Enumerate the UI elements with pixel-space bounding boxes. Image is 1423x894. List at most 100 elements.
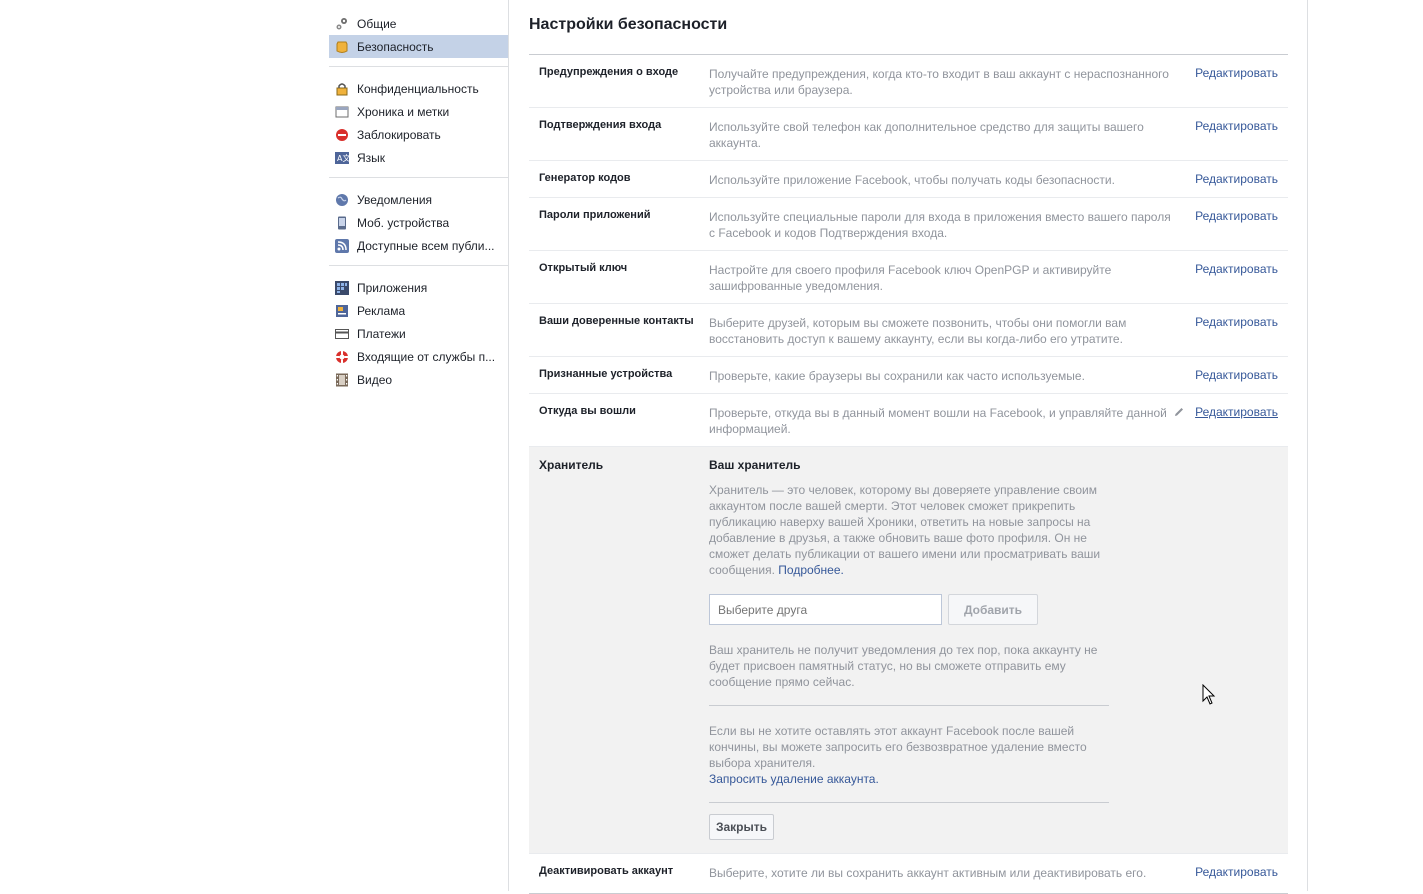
- sidebar-item-label: Хроника и метки: [357, 104, 450, 119]
- sidebar-item-general[interactable]: Общие: [329, 12, 508, 35]
- edit-link[interactable]: Редактировать: [1195, 368, 1278, 382]
- sidebar-item-label: Входящие от службы п...: [357, 349, 496, 364]
- add-guardian-button[interactable]: Добавить: [948, 594, 1038, 625]
- setting-title: Пароли приложений: [539, 209, 651, 221]
- block-icon: [335, 128, 349, 142]
- close-button[interactable]: Закрыть: [709, 814, 774, 840]
- setting-description: Используйте специальные пароли для входа…: [709, 210, 1171, 240]
- setting-description: Используйте свой телефон как дополнитель…: [709, 120, 1144, 150]
- edit-link[interactable]: Редактировать: [1195, 119, 1278, 133]
- sidebar-item-label: Реклама: [357, 303, 406, 318]
- sidebar-item-timeline[interactable]: Хроника и метки: [329, 100, 508, 123]
- setting-title: Ваши доверенные контакты: [539, 315, 694, 327]
- edit-link[interactable]: Редактировать: [1195, 315, 1278, 329]
- setting-row-deactivate-account[interactable]: Деактивировать аккаунт Выберите, хотите …: [529, 854, 1288, 894]
- learn-more-link[interactable]: Подробнее.: [778, 563, 844, 577]
- setting-row-login-approvals[interactable]: Подтверждения входа Используйте свой тел…: [529, 108, 1288, 161]
- sidebar-group-notifications: Уведомления Моб. устройства Доступные вс…: [329, 188, 508, 266]
- setting-title: Деактивировать аккаунт: [539, 865, 674, 877]
- guardian-description: Хранитель — это человек, которому вы дов…: [709, 482, 1104, 578]
- security-settings-list: Предупреждения о входе Получайте предупр…: [529, 54, 1288, 894]
- sidebar-item-label: Уведомления: [357, 192, 433, 207]
- setting-description: Проверьте, откуда вы в данный момент вош…: [709, 406, 1167, 436]
- request-deletion-link[interactable]: Запросить удаление аккаунта.: [709, 772, 879, 786]
- edit-link[interactable]: Редактировать: [1195, 209, 1278, 223]
- setting-row-trusted-contacts[interactable]: Ваши доверенные контакты Выберите друзей…: [529, 304, 1288, 357]
- setting-description: Получайте предупреждения, когда кто-то в…: [709, 67, 1169, 97]
- timeline-icon: [335, 105, 349, 119]
- edit-link[interactable]: Редактировать: [1195, 405, 1278, 419]
- sidebar-item-privacy[interactable]: Конфиденциальность: [329, 77, 508, 100]
- setting-row-legacy-contact: Хранитель Ваш хранитель Хранитель — это …: [529, 447, 1288, 854]
- sidebar-item-language[interactable]: A文 Язык: [329, 146, 508, 169]
- sidebar-item-label: Моб. устройства: [357, 215, 450, 230]
- sidebar-item-payments[interactable]: Платежи: [329, 322, 508, 345]
- setting-row-code-generator[interactable]: Генератор кодов Используйте приложение F…: [529, 161, 1288, 198]
- rss-icon: [335, 238, 349, 253]
- setting-title: Признанные устройства: [539, 368, 673, 380]
- mouse-cursor-icon: [1202, 683, 1216, 706]
- page-title: Настройки безопасности: [529, 16, 728, 33]
- edit-link[interactable]: Редактировать: [1195, 865, 1278, 879]
- gears-icon: [335, 17, 349, 31]
- setting-row-app-passwords[interactable]: Пароли приложений Используйте специальны…: [529, 198, 1288, 251]
- sidebar-group-apps: Приложения Реклама Платежи Входящие от с…: [329, 276, 508, 399]
- sidebar-group-privacy: Конфиденциальность Хроника и метки Забло…: [329, 77, 508, 178]
- sidebar-item-notifications[interactable]: Уведомления: [329, 188, 508, 211]
- sidebar-item-public-posts[interactable]: Доступные всем публи...: [329, 234, 508, 257]
- setting-description: Выберите друзей, которым вы сможете позв…: [709, 316, 1127, 346]
- setting-title: Генератор кодов: [539, 172, 631, 184]
- sidebar-group-account: Общие Безопасность: [329, 12, 508, 67]
- divider: [709, 802, 1109, 803]
- sidebar-item-apps[interactable]: Приложения: [329, 276, 508, 299]
- edit-link[interactable]: Редактировать: [1195, 262, 1278, 276]
- lock-icon: [335, 82, 349, 96]
- sidebar-item-label: Язык: [357, 150, 386, 165]
- language-icon: A文: [335, 151, 349, 165]
- setting-title: Хранитель: [539, 458, 604, 472]
- svg-text:A文: A文: [337, 153, 349, 163]
- setting-row-login-alerts[interactable]: Предупреждения о входе Получайте предупр…: [529, 55, 1288, 108]
- sidebar-item-security[interactable]: Безопасность: [329, 35, 508, 58]
- sidebar-item-label: Безопасность: [357, 39, 434, 54]
- setting-description: Проверьте, какие браузеры вы сохранили к…: [709, 369, 1085, 383]
- guardian-notice: Ваш хранитель не получит уведомления до …: [709, 643, 1098, 689]
- edit-link[interactable]: Редактировать: [1195, 172, 1278, 186]
- sidebar-item-block[interactable]: Заблокировать: [329, 123, 508, 146]
- setting-description: Выберите, хотите ли вы сохранить аккаунт…: [709, 866, 1147, 880]
- divider: [709, 705, 1109, 706]
- sidebar-item-video[interactable]: Видео: [329, 368, 508, 391]
- guardian-description-text: Хранитель — это человек, которому вы дов…: [709, 483, 1101, 577]
- setting-row-recognized-devices[interactable]: Признанные устройства Проверьте, какие б…: [529, 357, 1288, 394]
- film-icon: [335, 373, 349, 387]
- sidebar-item-label: Конфиденциальность: [357, 81, 479, 96]
- setting-row-public-key[interactable]: Открытый ключ Настройте для своего профи…: [529, 251, 1288, 304]
- setting-title: Открытый ключ: [539, 262, 628, 274]
- sidebar-item-label: Доступные всем публи...: [357, 238, 495, 253]
- sidebar-item-mobile[interactable]: Моб. устройства: [329, 211, 508, 234]
- sidebar-item-support-inbox[interactable]: Входящие от службы п...: [329, 345, 508, 368]
- ads-icon: [335, 304, 349, 318]
- sidebar-item-label: Платежи: [357, 326, 406, 341]
- delete-account-text: Если вы не хотите оставлять этот аккаунт…: [709, 723, 1109, 787]
- setting-description: Настройте для своего профиля Facebook кл…: [709, 263, 1112, 293]
- sidebar-item-label: Приложения: [357, 280, 428, 295]
- setting-title: Предупреждения о входе: [539, 66, 679, 78]
- setting-title: Подтверждения входа: [539, 119, 662, 131]
- apps-icon: [335, 280, 349, 295]
- lifebuoy-icon: [335, 350, 349, 364]
- settings-sidebar: Общие Безопасность Конфиденциальность Хр…: [329, 12, 508, 409]
- edit-link[interactable]: Редактировать: [1195, 66, 1278, 80]
- guardian-heading: Ваш хранитель: [709, 458, 801, 472]
- sidebar-item-ads[interactable]: Реклама: [329, 299, 508, 322]
- choose-friend-input[interactable]: [709, 594, 942, 625]
- pencil-icon: [1173, 406, 1185, 418]
- setting-title: Откуда вы вошли: [539, 405, 636, 417]
- shield-icon: [335, 40, 349, 54]
- globe-icon: [335, 193, 349, 207]
- card-icon: [335, 327, 349, 341]
- sidebar-item-label: Видео: [357, 372, 393, 387]
- delete-account-description: Если вы не хотите оставлять этот аккаунт…: [709, 724, 1087, 770]
- setting-description: Используйте приложение Facebook, чтобы п…: [709, 173, 1115, 187]
- setting-row-where-logged-in[interactable]: Откуда вы вошли Проверьте, откуда вы в д…: [529, 394, 1288, 447]
